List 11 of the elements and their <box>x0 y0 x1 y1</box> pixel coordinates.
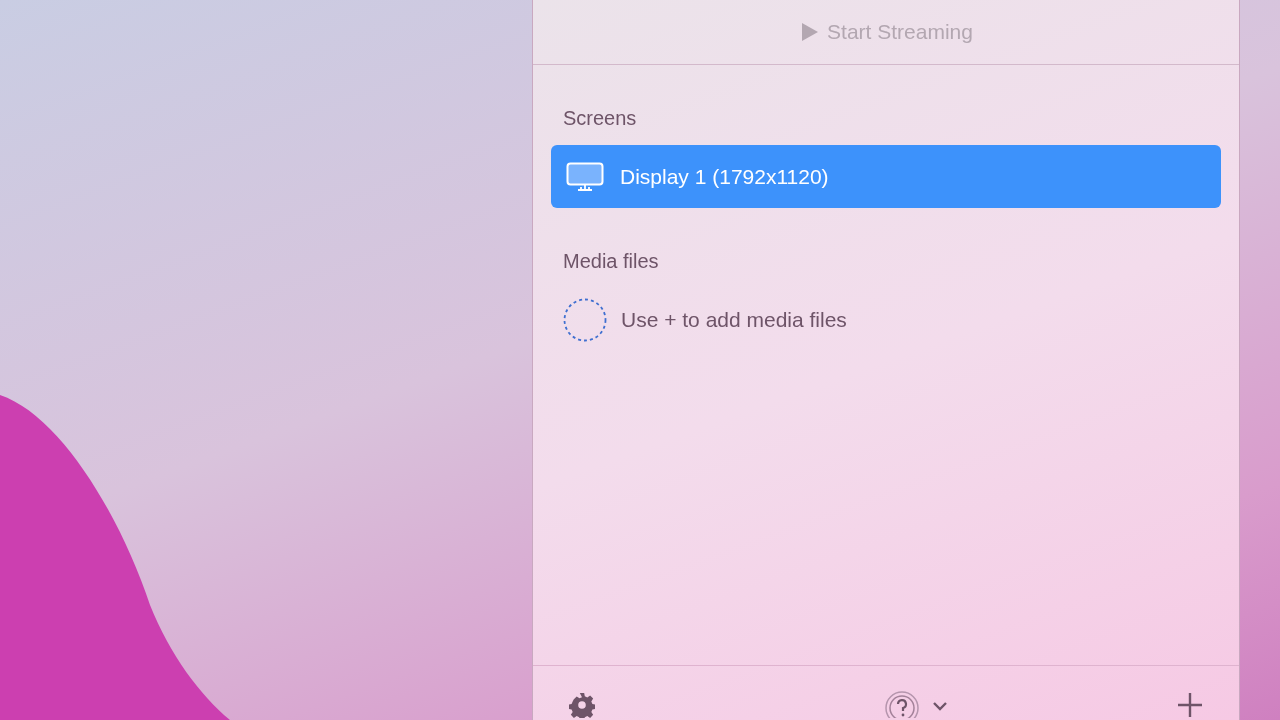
section-heading: Media files <box>562 249 660 274</box>
display-list-item[interactable]: Display 1 (1792x1120) <box>551 145 1221 208</box>
empty-hint-text: Use + to add media files <box>621 306 847 333</box>
play-icon <box>799 22 820 42</box>
broadcast-help-icon[interactable] <box>884 690 920 718</box>
add-icon[interactable] <box>1177 692 1203 718</box>
section-heading: Screens <box>562 106 638 131</box>
settings-icon[interactable] <box>569 692 595 718</box>
monitor-icon <box>566 161 604 192</box>
dashed-circle-icon <box>563 297 607 342</box>
chevron-down-icon[interactable] <box>932 700 948 712</box>
